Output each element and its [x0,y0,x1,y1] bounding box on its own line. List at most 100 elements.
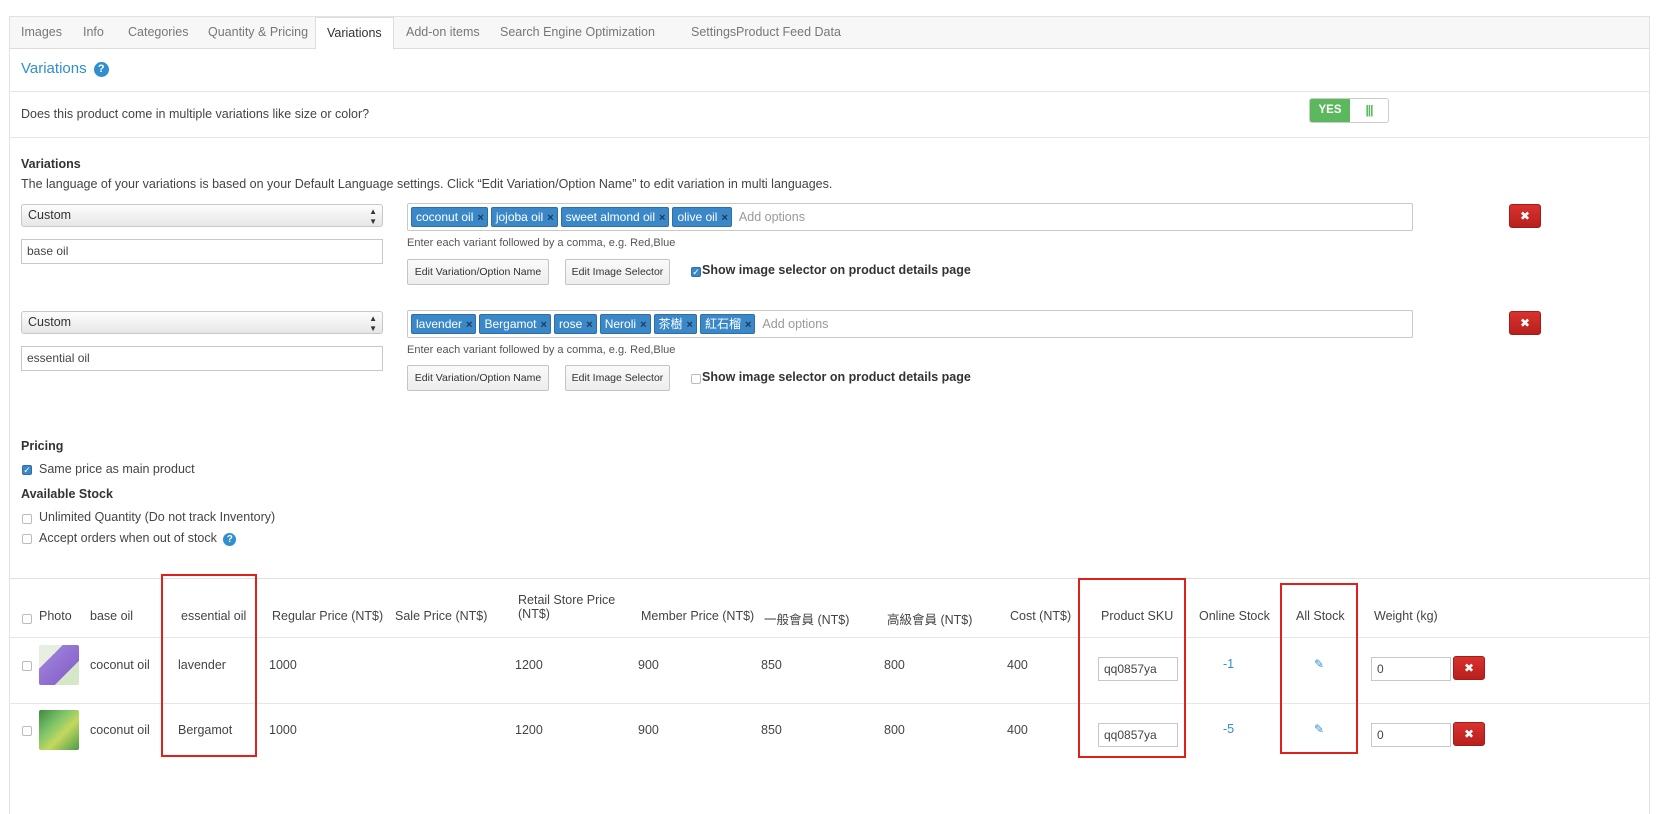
option-tag: rose × [553,314,597,334]
cell-cost: 400 [1007,723,1028,737]
variation-type-select-2[interactable]: Custom ▲ ▼ [21,311,383,334]
edit-image-selector-button-1[interactable]: Edit Image Selector [565,259,670,285]
column-header-sale-price: Sale Price (NT$) [395,609,488,623]
cell-general-member: 850 [761,658,782,672]
divider [10,137,1649,138]
variation-name-input-2[interactable]: essential oil [21,346,383,371]
online-stock-link[interactable]: -1 [1223,657,1234,671]
variations-toggle[interactable]: YES ||| [1309,98,1389,123]
help-icon[interactable]: ? [93,62,109,77]
variation-type-value: Custom [28,315,72,329]
select-all-checkbox[interactable] [22,614,32,624]
option-tag: jojoba oil × [490,207,558,227]
remove-tag-icon[interactable]: × [586,319,592,331]
remove-tag-icon[interactable]: × [721,212,727,224]
delete-row-button[interactable]: ✖ [1453,722,1485,746]
delete-row-button[interactable]: ✖ [1453,656,1485,680]
available-stock-heading: Available Stock [21,487,113,501]
variation-name-input-1[interactable]: base oil [21,239,383,264]
delete-variation-button-1[interactable]: ✖ [1509,204,1541,228]
option-tag: sweet almond oil × [560,207,670,227]
row-checkbox[interactable] [22,726,32,736]
column-header-photo: Photo [39,609,72,623]
highlight-box-sku-column [1078,578,1186,758]
remove-tag-icon[interactable]: × [477,212,483,224]
help-icon[interactable]: ? [223,533,237,546]
tab-info[interactable]: Info [72,17,115,49]
tab-product-feed-data[interactable]: Product Feed Data [725,17,852,49]
remove-tag-icon[interactable]: × [640,319,646,331]
cell-base-oil: coconut oil [90,658,150,672]
tab-variations[interactable]: Variations [315,17,394,50]
remove-tag-icon[interactable]: × [466,319,472,331]
add-options-placeholder: Add options [738,210,805,224]
pricing-heading: Pricing [21,439,64,453]
tab-add-on-items[interactable]: Add-on items [395,17,491,49]
tab-quantity-pricing[interactable]: Quantity & Pricing [197,17,319,49]
variations-heading: Variations [21,157,81,171]
accept-orders-label: Accept orders when out of stock ? [39,531,237,546]
online-stock-link[interactable]: -5 [1223,722,1234,736]
option-tag: olive oil × [672,207,732,227]
section-title: Variations ? [21,60,109,77]
variation-options-input-2[interactable]: lavender × Bergamot × rose × Neroli × 茶樹 × 紅石榴 × Add… [407,310,1413,338]
cell-base-oil: coconut oil [90,723,150,737]
tab-categories[interactable]: Categories [117,17,199,49]
variation-type-value: Custom [28,208,72,222]
column-header-online-stock: Online Stock [1199,609,1270,623]
select-arrows-icon: ▲ ▼ [369,207,377,226]
remove-tag-icon[interactable]: × [659,212,665,224]
unlimited-quantity-checkbox[interactable] [22,514,32,524]
unlimited-quantity-label: Unlimited Quantity (Do not track Invento… [39,510,276,524]
option-tag: Bergamot × [479,314,551,334]
show-image-selector-checkbox-2[interactable] [691,374,701,384]
tab-bar: Images Info Categories Quantity & Pricin… [10,17,1649,50]
option-tag: 茶樹 × [653,314,697,334]
highlight-box-all-stock-column [1280,583,1358,754]
show-image-selector-checkbox-1[interactable]: ✓ [691,267,701,277]
cell-member-price: 900 [638,658,659,672]
toggle-yes-label: YES [1310,99,1350,122]
section-title-text: Variations [21,60,87,77]
variation-options-input-1[interactable]: coconut oil × jojoba oil × sweet almond oil ×… [407,203,1413,231]
accept-orders-checkbox[interactable] [22,534,32,544]
cell-senior-member: 800 [884,723,905,737]
option-tag: lavender × [411,314,477,334]
highlight-box-essential-oil-column [161,574,257,757]
option-tag: coconut oil × [411,207,488,227]
weight-input[interactable]: 0 [1371,723,1451,747]
column-header-general-member: 一般會員 (NT$) [764,613,850,627]
remove-tag-icon[interactable]: × [541,319,547,331]
cell-retail-price: 1200 [515,658,543,672]
show-image-selector-label-1: Show image selector on product details p… [702,263,971,277]
remove-tag-icon[interactable]: × [687,319,693,331]
option-tag: Neroli × [599,314,651,334]
column-header-weight: Weight (kg) [1374,609,1438,623]
row-checkbox[interactable] [22,661,32,671]
delete-variation-button-2[interactable]: ✖ [1509,311,1541,335]
column-header-regular-price: Regular Price (NT$) [272,609,384,623]
divider [10,91,1649,92]
product-thumbnail [39,645,79,685]
cell-general-member: 850 [761,723,782,737]
weight-input[interactable]: 0 [1371,657,1451,681]
variations-question: Does this product come in multiple varia… [21,107,370,121]
show-image-selector-label-2: Show image selector on product details p… [702,370,971,384]
add-options-placeholder: Add options [762,317,829,331]
tab-seo[interactable]: Search Engine Optimization [489,17,666,49]
remove-tag-icon[interactable]: × [547,212,553,224]
variation-hint-2: Enter each variant followed by a comma, … [407,344,676,356]
cell-cost: 400 [1007,658,1028,672]
tab-images[interactable]: Images [10,17,73,49]
edit-variation-name-button-2[interactable]: Edit Variation/Option Name [407,365,549,391]
column-header-senior-member: 高級會員 (NT$) [887,613,973,627]
remove-tag-icon[interactable]: × [745,319,751,331]
product-thumbnail [39,710,79,750]
edit-image-selector-button-2[interactable]: Edit Image Selector [565,365,670,391]
toggle-handle-icon: ||| [1365,103,1373,117]
same-price-checkbox[interactable]: ✓ [22,465,32,475]
variation-type-select-1[interactable]: Custom ▲ ▼ [21,204,383,227]
option-tag: 紅石榴 × [699,314,756,334]
edit-variation-name-button-1[interactable]: Edit Variation/Option Name [407,259,549,285]
variation-hint-1: Enter each variant followed by a comma, … [407,237,676,249]
